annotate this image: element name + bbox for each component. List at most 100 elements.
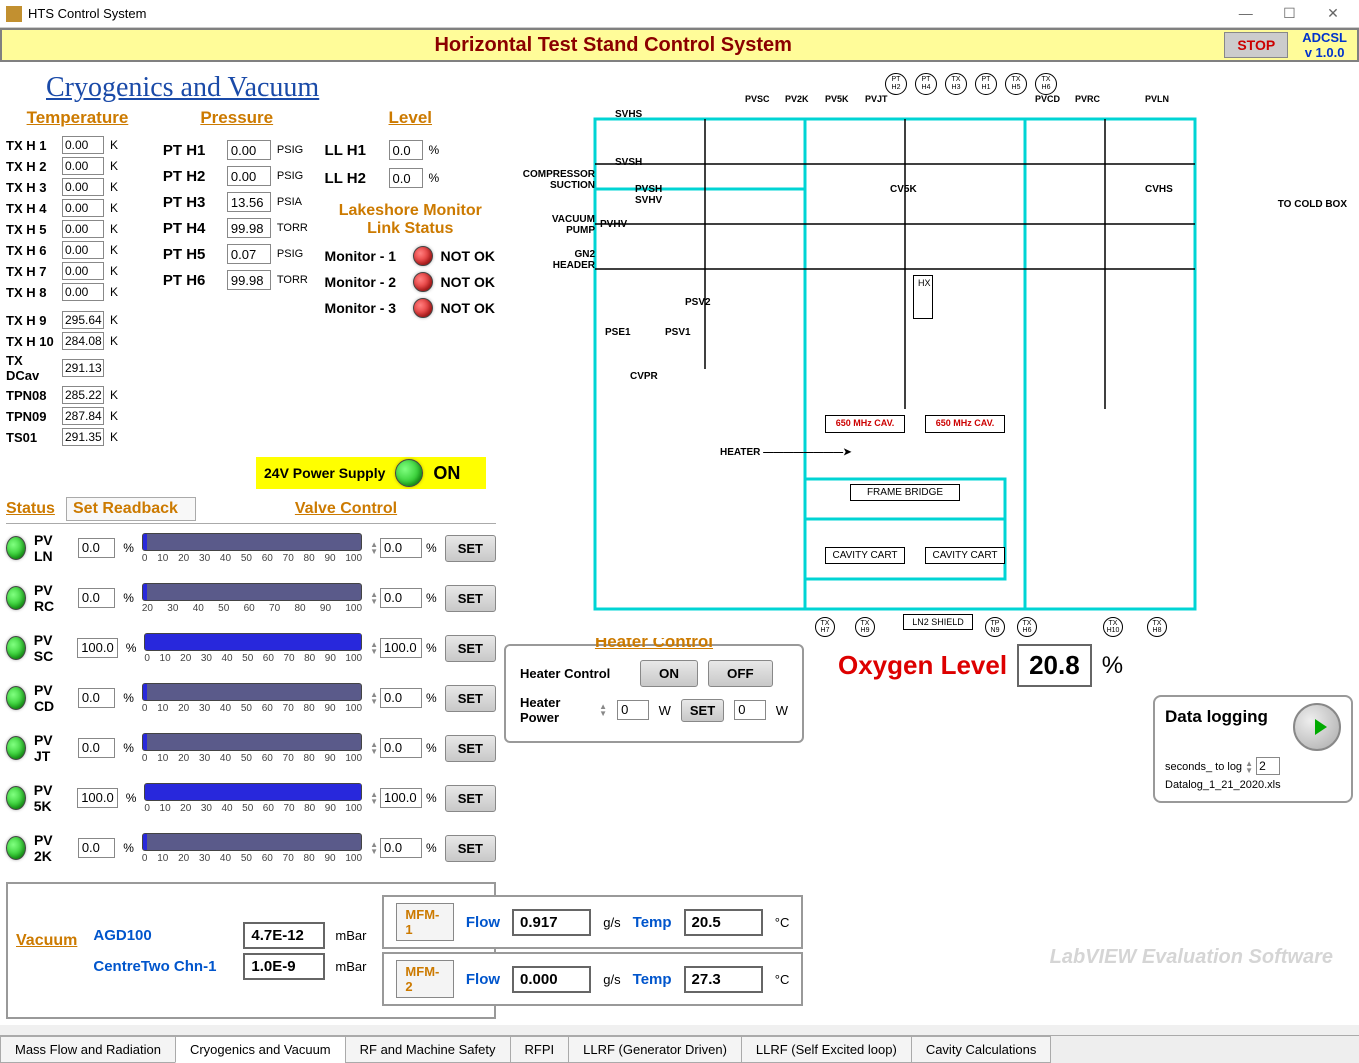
valve-label: PV 5K — [34, 782, 69, 814]
temp-row: TX H 10 284.08 K — [6, 332, 149, 350]
valve-status-led — [6, 786, 26, 810]
tab-rfpi[interactable]: RFPI — [510, 1036, 570, 1063]
valve-setpoint[interactable]: 0.0 — [380, 538, 422, 558]
temp-label: TX H 6 — [6, 243, 58, 258]
maximize-button[interactable]: ☐ — [1269, 5, 1309, 22]
level-unit: % — [429, 171, 440, 185]
valve-set-button[interactable]: SET — [445, 735, 496, 762]
temp-label: TX H 3 — [6, 180, 58, 195]
monitor-led — [413, 272, 433, 292]
page-title: Horizontal Test Stand Control System — [2, 34, 1224, 57]
heater-power-out: 0 — [734, 700, 766, 720]
valve-set-button[interactable]: SET — [445, 685, 496, 712]
pressure-label: PT H1 — [163, 142, 223, 159]
vacuum-unit: mBar — [335, 959, 366, 974]
datalog-run-button[interactable] — [1293, 703, 1341, 751]
heater-power-input[interactable]: 0 — [617, 700, 649, 720]
pressure-label: PT H4 — [163, 220, 223, 237]
power-label: 24V Power Supply — [264, 465, 385, 481]
mfm-tag: MFM-2 — [396, 960, 453, 998]
close-button[interactable]: ✕ — [1313, 5, 1353, 22]
tab-cryogenics-and-vacuum[interactable]: Cryogenics and Vacuum — [175, 1036, 346, 1063]
valve-label: PV SC — [34, 632, 69, 664]
heater-off-button[interactable]: OFF — [708, 660, 773, 687]
temp-label: TX H 1 — [6, 138, 58, 153]
mfm-tag: MFM-1 — [396, 903, 453, 941]
valve-slider[interactable]: 0102030405060708090100 — [142, 533, 362, 564]
level-row: LL H2 0.0 % — [325, 168, 496, 188]
tab-rf-and-machine-safety[interactable]: RF and Machine Safety — [345, 1036, 511, 1063]
valve-setpoint[interactable]: 0.0 — [380, 738, 422, 758]
tab-cavity-calculations[interactable]: Cavity Calculations — [911, 1036, 1052, 1063]
valve-slider[interactable]: 0102030405060708090100 — [142, 733, 362, 764]
valve-set-button[interactable]: SET — [445, 635, 496, 662]
valve-slider[interactable]: 0102030405060708090100 — [144, 633, 362, 664]
valve-readback: 0.0 — [78, 538, 115, 558]
valve-setpoint[interactable]: 0.0 — [380, 588, 422, 608]
valve-slider[interactable]: 0102030405060708090100 — [142, 833, 362, 864]
monitor-status: NOT OK — [441, 300, 495, 316]
heater-on-button[interactable]: ON — [640, 660, 698, 687]
temp-value: 0.00 — [62, 199, 104, 217]
valve-set-button[interactable]: SET — [445, 785, 496, 812]
pressure-row: PT H5 0.07 PSIG — [163, 244, 311, 264]
valve-control-header: Valve Control — [196, 500, 496, 518]
valve-set-button[interactable]: SET — [445, 835, 496, 862]
valve-setpoint[interactable]: 100.0 — [380, 638, 422, 658]
vacuum-label: CentreTwo Chn-1 — [93, 958, 233, 975]
temp-label: TX H 5 — [6, 222, 58, 237]
temp-value: 0.00 — [62, 136, 104, 154]
temp-row: TX H 3 0.00 K — [6, 178, 149, 196]
heater-set-button[interactable]: SET — [681, 699, 724, 722]
sch-vacpump: VACUUMPUMP — [510, 214, 595, 236]
valve-set-button[interactable]: SET — [445, 585, 496, 612]
pressure-unit: PSIG — [277, 248, 303, 260]
monitor-label: Monitor - 1 — [325, 248, 405, 264]
valve-row: PV SC 100.0 % 0102030405060708090100 ▲▼ … — [6, 632, 496, 664]
valve-slider[interactable]: 2030405060708090100 — [142, 583, 362, 614]
valve-row: PV 2K 0.0 % 0102030405060708090100 ▲▼ 0.… — [6, 832, 496, 864]
temp-label: TX H 9 — [6, 313, 58, 328]
vacuum-label: AGD100 — [93, 927, 233, 944]
temp-unit: K — [110, 409, 118, 423]
valve-slider[interactable]: 0102030405060708090100 — [142, 683, 362, 714]
temp-row: TX H 6 0.00 K — [6, 241, 149, 259]
temp-row: TS01 291.35 K — [6, 428, 149, 446]
valve-setpoint[interactable]: 100.0 — [380, 788, 422, 808]
temp-label: TPN09 — [6, 409, 58, 424]
valve-slider[interactable]: 0102030405060708090100 — [144, 783, 362, 814]
level-header: Level — [325, 108, 496, 128]
monitor-row: Monitor - 1 NOT OK — [325, 246, 496, 266]
monitor-status: NOT OK — [441, 274, 495, 290]
temp-unit: K — [110, 285, 118, 299]
pressure-row: PT H3 13.56 PSIA — [163, 192, 311, 212]
valve-row: PV 5K 100.0 % 0102030405060708090100 ▲▼ … — [6, 782, 496, 814]
valve-setpoint[interactable]: 0.0 — [380, 688, 422, 708]
vacuum-header: Vacuum — [16, 932, 77, 950]
sch-compressor: COMPRESSORSUCTION — [510, 169, 595, 191]
temp-unit: K — [110, 313, 118, 327]
cavity-2: 650 MHz CAV. — [925, 415, 1005, 433]
seconds-input[interactable]: 2 — [1256, 757, 1280, 775]
temp-value: 287.84 — [62, 407, 104, 425]
vacuum-row: CentreTwo Chn-1 1.0E-9 mBar — [93, 953, 366, 980]
oxygen-label: Oxygen Level — [838, 650, 1007, 681]
pressure-row: PT H1 0.00 PSIG — [163, 140, 311, 160]
tab-llrf-self-excited-loop-[interactable]: LLRF (Self Excited loop) — [741, 1036, 912, 1063]
valve-set-button[interactable]: SET — [445, 535, 496, 562]
temp-row: TX H 8 0.00 K — [6, 283, 149, 301]
power-led — [395, 459, 423, 487]
cryo-vacuum-title: Cryogenics and Vacuum — [46, 72, 496, 104]
tab-mass-flow-and-radiation[interactable]: Mass Flow and Radiation — [0, 1036, 176, 1063]
pressure-header: Pressure — [163, 108, 311, 128]
minimize-button[interactable]: — — [1226, 5, 1266, 21]
valve-setpoint[interactable]: 0.0 — [380, 838, 422, 858]
level-label: LL H2 — [325, 170, 385, 187]
tab-llrf-generator-driven-[interactable]: LLRF (Generator Driven) — [568, 1036, 742, 1063]
heater-pwr-label: Heater Power — [520, 695, 589, 725]
mfm-flow-label: Flow — [466, 914, 500, 931]
tab-bar: Mass Flow and RadiationCryogenics and Va… — [0, 1035, 1359, 1063]
temp-row: TX H 2 0.00 K — [6, 157, 149, 175]
stop-button[interactable]: STOP — [1224, 32, 1288, 58]
level-unit: % — [429, 143, 440, 157]
